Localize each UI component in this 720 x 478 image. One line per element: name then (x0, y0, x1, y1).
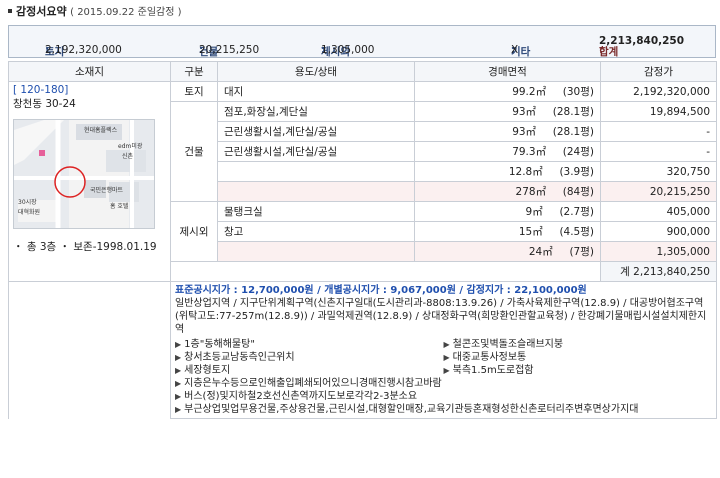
note-item: ▶ 철콘조및벽돌조슬래브지붕 (443, 339, 564, 350)
header-location: 소재지 (8, 61, 171, 82)
building-value: 20,215,250 (199, 44, 260, 56)
extra-value: 1,305,000 (321, 44, 375, 56)
table-header-row: 소재지 구분 용도/상태 경매면적 감정가 (8, 61, 717, 82)
appraisal-table: 소재지 구분 용도/상태 경매면적 감정가 [ 120-180] 창천동 30-… (8, 61, 717, 419)
area-cell: 24㎡ (7평) (414, 241, 601, 262)
table-row: [ 120-180] 창천동 30-24 현대홈플렉스 신촌 30시장 대혁화원… (8, 81, 717, 282)
area-cell: 278㎡ (84평) (414, 181, 601, 202)
triangle-bullet-icon: ▶ (175, 392, 182, 401)
section-header: 감정서요약 ( 2015.09.22 준일감정 ) (8, 5, 182, 19)
triangle-bullet-icon: ▶ (443, 340, 450, 349)
other-value: X (511, 44, 519, 56)
map-label: 마트 (112, 186, 124, 194)
header-category: 구분 (170, 61, 218, 82)
price-cell: 900,000 (600, 221, 717, 242)
area-cell: 9㎡ (2.7평) (414, 201, 601, 222)
grand-total: 계 2,213,840,250 (600, 261, 717, 282)
triangle-bullet-icon: ▶ (175, 340, 182, 349)
note-item: ▶ 부근상업및업무용건물,주상용건물,근린시설,대형할인매장,교육기관등혼재형성한… (175, 404, 639, 415)
land-value: 2,192,320,000 (45, 44, 122, 56)
triangle-bullet-icon: ▶ (175, 366, 182, 375)
section-subtitle: ( 2015.09.22 준일감정 ) (70, 7, 182, 18)
usage-cell: 창고 (217, 221, 415, 242)
map-label: edm미광 (118, 142, 143, 150)
triangle-bullet-icon: ▶ (175, 353, 182, 362)
triangle-bullet-icon: ▶ (175, 379, 182, 388)
header-area: 경매면적 (414, 61, 601, 82)
triangle-bullet-icon: ▶ (175, 405, 182, 414)
usage-cell: 물탱크실 (217, 201, 415, 222)
price-cell: 19,894,500 (600, 101, 717, 122)
area-cell: 79.3㎡ (24평) (414, 141, 601, 162)
map-label: 국민은행 (90, 186, 112, 194)
note-item: ▶ 북측1.5m도로접함 (443, 365, 534, 376)
triangle-bullet-icon: ▶ (443, 366, 450, 375)
location-map[interactable]: 현대홈플렉스 신촌 30시장 대혁화원 국민은행 마트 홈 호텔 edm미광 (13, 119, 155, 229)
notes-row: 표준공시지가 : 12,700,000원 / 개별공시지가 : 9,067,00… (8, 281, 717, 419)
map-label: 대혁화원 (18, 208, 40, 216)
square-bullet-icon (8, 9, 12, 13)
note-item: ▶ 지층은누수등으로인해출입폐쇄되어있으니경매진행시참고바람 (175, 378, 442, 389)
header-usage: 용도/상태 (217, 61, 415, 82)
price-cell: 405,000 (600, 201, 717, 222)
map-label: 홈 호텔 (110, 202, 129, 210)
usage-cell: 점포,화장실,계단실 (217, 101, 415, 122)
zoning-info: 일반상업지역 / 지구단위계획구역(신촌지구일대(도시관리과-8808:13.9… (175, 298, 707, 335)
address: 창천동 30-24 (13, 98, 76, 110)
postal-number: [ 120-180] (13, 84, 69, 96)
category-extra: 제시외 (170, 201, 218, 262)
price-cell: - (600, 121, 717, 142)
header-price: 감정가 (600, 61, 717, 82)
price-cell: 20,215,250 (600, 181, 717, 202)
official-price-line: 표준공시지가 : 12,700,000원 / 개별공시지가 : 9,067,00… (175, 285, 587, 296)
section-title: 감정서요약 (16, 5, 67, 18)
floors-info: ・ 총 3층 (13, 241, 57, 253)
map-graphic: 현대홈플렉스 신촌 30시장 대혁화원 국민은행 마트 홈 호텔 edm미광 (14, 120, 154, 228)
notes-cell: 표준공시지가 : 12,700,000원 / 개별공시지가 : 9,067,00… (170, 281, 717, 419)
usage-cell: 근린생활시설,계단실/공실 (217, 141, 415, 162)
subtotal-label-cell: 계 (217, 181, 415, 202)
approval-info: ・ 보존-1998.01.19 (59, 241, 157, 253)
price-cell: 320,750 (600, 161, 717, 182)
map-label: 현대홈플렉스 (84, 126, 118, 134)
usage-cell: 대지 (217, 81, 415, 102)
area-cell: 15㎡ (4.5평) (414, 221, 601, 242)
area-cell: 93㎡ (28.1평) (414, 121, 601, 142)
note-item: ▶ 세장형토지 (175, 365, 231, 376)
price-cell: 1,305,000 (600, 241, 717, 262)
note-item: ▶ 버스(정)및지하철2호선신촌역까지도보로각각2-3분소요 (175, 391, 418, 402)
location-cell: [ 120-180] 창천동 30-24 현대홈플렉스 신촌 30시장 대혁화원… (8, 81, 171, 282)
map-label: 신촌 (122, 152, 134, 160)
note-item: ▶ 창서초등교남동측인근위치 (175, 352, 295, 363)
subtotal-label-cell: 계 (217, 241, 415, 262)
triangle-bullet-icon: ▶ (443, 353, 450, 362)
category-building: 건물 (170, 101, 218, 202)
map-label: 30시장 (18, 198, 37, 206)
area-cell: 12.8㎡ (3.9평) (414, 161, 601, 182)
category-land: 토지 (170, 81, 218, 102)
usage-cell: 근린생활시설,계단실/공실 (217, 121, 415, 142)
note-item: ▶ 1층"동해해물탕" (175, 339, 255, 350)
usage-cell (217, 161, 415, 182)
note-item: ▶ 대중교통사정보통 (443, 352, 527, 363)
price-cell: - (600, 141, 717, 162)
area-cell: 99.2㎡ (30평) (414, 81, 601, 102)
summary-bar: 토지 : 2,192,320,000 건물 : 20,215,250 제시외 :… (8, 25, 716, 58)
area-cell: 93㎡ (28.1평) (414, 101, 601, 122)
price-cell: 2,192,320,000 (600, 81, 717, 102)
